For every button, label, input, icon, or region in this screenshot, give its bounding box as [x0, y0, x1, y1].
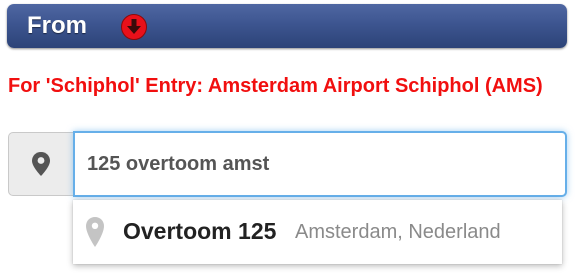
location-search-input[interactable] — [73, 131, 567, 197]
from-header-bar: From — [7, 4, 567, 48]
suggestion-main-text: Overtoom 125 — [123, 218, 277, 244]
schiphol-hint: For 'Schiphol' Entry: Amsterdam Airport … — [8, 75, 543, 97]
map-marker-icon — [86, 217, 104, 247]
location-addon — [8, 132, 74, 196]
suggestion-item[interactable]: Overtoom 125 Amsterdam, Nederland — [73, 200, 562, 264]
map-marker-icon — [32, 152, 50, 176]
from-title: From — [27, 12, 87, 39]
red-down-arrow-icon[interactable] — [120, 13, 148, 41]
autocomplete-dropdown: Overtoom 125 Amsterdam, Nederland — [73, 200, 562, 264]
suggestion-secondary-text: Amsterdam, Nederland — [295, 221, 501, 243]
